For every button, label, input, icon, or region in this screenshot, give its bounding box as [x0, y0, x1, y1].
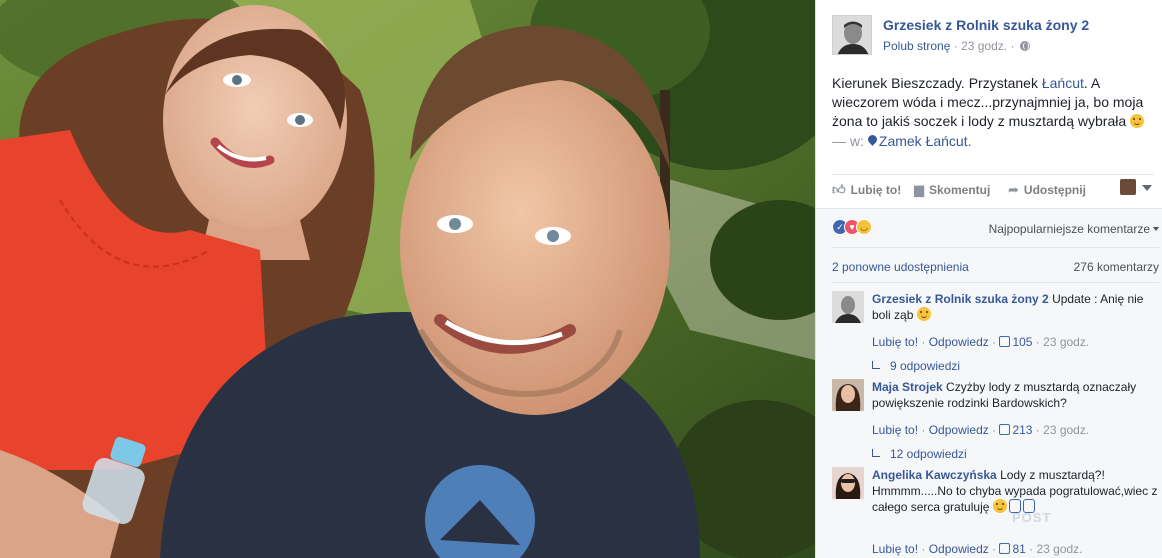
comment-reply-link[interactable]: Odpowiedz	[929, 423, 989, 437]
comment-author-link[interactable]: Grzesiek z Rolnik szuka żony 2	[872, 292, 1049, 306]
location-line: — w: Zamek Łańcut.	[832, 133, 972, 149]
commenter-avatar[interactable]	[832, 379, 864, 411]
comment-reply-link[interactable]: Odpowiedz	[929, 542, 989, 556]
reply-arrow-icon	[872, 361, 880, 369]
post-header: Grzesiek z Rolnik szuka żony 2 Polub str…	[832, 15, 1152, 57]
user-mini-avatar	[1120, 179, 1136, 195]
page-avatar[interactable]	[832, 15, 872, 55]
watermark: POST	[1012, 510, 1052, 525]
commenter-avatar-image	[832, 379, 864, 411]
replies-count: 9 odpowiedzi	[890, 359, 961, 373]
smile-emoji-icon	[992, 499, 1007, 513]
comment-likes-count[interactable]: 105	[1012, 335, 1032, 349]
share-icon: ➦	[1008, 182, 1019, 197]
slight-smile-emoji-icon	[916, 307, 931, 321]
share-button[interactable]: ➦ Udostępnij	[1008, 182, 1086, 198]
view-replies-link[interactable]: 12 odpowiedzi	[872, 447, 967, 461]
comment-likes-count[interactable]: 213	[1012, 423, 1032, 437]
comment-time[interactable]: 23 godz.	[1043, 335, 1089, 349]
post-time[interactable]: 23 godz.	[961, 39, 1007, 53]
page-avatar-image	[833, 16, 871, 54]
comment-time[interactable]: 23 godz.	[1043, 423, 1089, 437]
divider	[832, 282, 1159, 283]
like-page-link[interactable]: Polub stronę	[883, 39, 950, 53]
thumbs-up-icon	[999, 336, 1011, 347]
commenter-avatar[interactable]	[832, 291, 864, 323]
shares-count-link[interactable]: 2 ponowne udostępnienia	[832, 260, 969, 274]
comment-sort-dropdown[interactable]: Najpopularniejsze komentarze	[989, 222, 1159, 236]
comment-body: Grzesiek z Rolnik szuka żony 2 Update : …	[872, 291, 1159, 323]
comment-meta: Lubię to! · Odpowiedz · 81 · 23 godz.	[872, 542, 1083, 556]
smile-emoji-icon	[1130, 114, 1145, 128]
counts-row: 2 ponowne udostępnienia 276 komentarzy	[832, 247, 1159, 281]
comment-icon: ▆	[914, 182, 924, 197]
page-name-link[interactable]: Grzesiek z Rolnik szuka żony 2	[883, 17, 1089, 33]
comment-likes-count[interactable]: 81	[1012, 542, 1025, 556]
selfie-image	[0, 0, 815, 558]
chevron-down-icon	[1153, 227, 1159, 231]
globe-icon	[1019, 41, 1030, 51]
post-actions: 👍︎ Lubię to! ▆ Skomentuj ➦ Udostępnij	[832, 174, 1154, 202]
post-photo[interactable]	[0, 0, 815, 558]
post-side-panel: Grzesiek z Rolnik szuka żony 2 Polub str…	[815, 0, 1162, 558]
post-meta: Polub stronę · 23 godz. ·	[883, 39, 1030, 53]
commenter-avatar-image	[832, 467, 864, 499]
comment-like-link[interactable]: Lubię to!	[872, 335, 918, 349]
comment-time[interactable]: 23 godz.	[1036, 542, 1082, 556]
share-label: Udostępnij	[1023, 183, 1086, 197]
comment-body: Maja Strojek Czyżby lody z musztardą ozn…	[872, 379, 1159, 411]
thumbs-up-icon	[999, 543, 1011, 554]
comment-sort-label: Najpopularniejsze komentarze	[988, 222, 1150, 236]
comments-count: 276 komentarzy	[1073, 260, 1159, 274]
post-summary: ✓ ♥ ◡ Najpopularniejsze komentarze 2 pon…	[816, 208, 1162, 558]
chevron-down-icon	[1142, 185, 1152, 191]
reaction-identity-picker[interactable]	[1120, 179, 1154, 197]
view-replies-link[interactable]: 9 odpowiedzi	[872, 359, 960, 373]
thumbs-up-icon	[999, 424, 1011, 435]
comment-body: Angelika Kawczyńska Lody z musztardą?! H…	[872, 467, 1159, 515]
meta-dot: ·	[953, 39, 962, 53]
commenter-avatar[interactable]	[832, 467, 864, 499]
post-text: Kierunek Bieszczady. Przystanek Łańcut. …	[832, 74, 1154, 131]
reply-arrow-icon	[872, 449, 880, 457]
comment-like-link[interactable]: Lubię to!	[872, 542, 918, 556]
like-label: Lubię to!	[850, 183, 902, 197]
thumbs-up-icon: 👍︎	[832, 182, 846, 197]
location-link[interactable]: Zamek Łańcut.	[879, 133, 972, 149]
commenter-avatar-image	[832, 291, 864, 323]
location-prefix: — w:	[832, 133, 864, 149]
comment-author-link[interactable]: Angelika Kawczyńska	[872, 468, 997, 482]
like-button[interactable]: 👍︎ Lubię to!	[832, 182, 901, 198]
comment-author-link[interactable]: Maja Strojek	[872, 380, 943, 394]
comment-meta: Lubię to! · Odpowiedz · 213 · 23 godz.	[872, 423, 1090, 437]
haha-reaction-icon: ◡	[856, 219, 872, 235]
comment-label: Skomentuj	[929, 183, 991, 197]
replies-count: 12 odpowiedzi	[890, 447, 967, 461]
post-text-start: Kierunek Bieszczady. Przystanek	[832, 75, 1042, 91]
comment-like-link[interactable]: Lubię to!	[872, 423, 918, 437]
comment-button[interactable]: ▆ Skomentuj	[914, 182, 990, 198]
place-link[interactable]: Łańcut	[1042, 75, 1084, 91]
comment-meta: Lubię to! · Odpowiedz · 105 · 23 godz.	[872, 335, 1090, 349]
comment-reply-link[interactable]: Odpowiedz	[929, 335, 989, 349]
location-pin-icon	[868, 135, 877, 147]
meta-dot: ·	[1010, 39, 1018, 53]
